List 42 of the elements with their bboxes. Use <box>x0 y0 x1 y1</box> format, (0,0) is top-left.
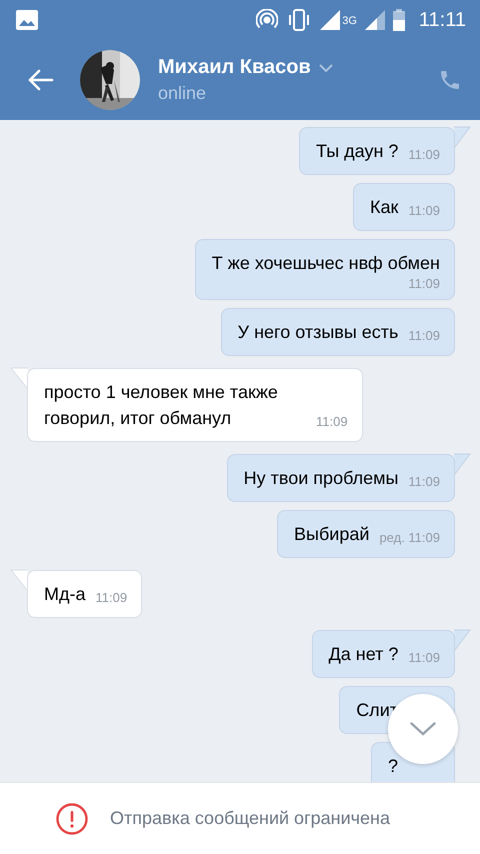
contact-name[interactable]: Михаил Квасов <box>158 56 311 79</box>
warning-icon <box>56 802 88 834</box>
back-icon[interactable] <box>28 69 54 91</box>
signal-icon <box>320 10 340 30</box>
chevron-down-icon[interactable] <box>318 64 333 72</box>
image-icon <box>16 10 38 30</box>
message-text: Ну твои проблемы <box>244 467 398 490</box>
message-bubble[interactable]: Т же хочешьчес нвф обмен 11:09 <box>194 239 455 300</box>
message-time: 11:09 <box>408 328 440 345</box>
message-time: 11:09 <box>408 147 440 164</box>
chevron-down-icon <box>410 722 436 736</box>
online-status: online <box>158 83 208 104</box>
message-time: ред. 11:09 <box>379 530 440 547</box>
message-time: 11:09 <box>96 590 128 607</box>
message-bubble[interactable]: Ты даун ? 11:09 <box>299 127 455 175</box>
signal-icon <box>364 10 385 30</box>
restriction-notice: Отправка сообщений ограничена <box>110 808 390 829</box>
message-time: 11:09 <box>408 650 440 667</box>
message-text: У него отзывы есть <box>238 321 398 344</box>
message-bubble[interactable]: Да нет ? 11:09 <box>312 630 455 678</box>
message-text: Выбирай <box>294 523 370 546</box>
message-bubble[interactable]: Как 11:09 <box>353 183 455 231</box>
message-bubble[interactable]: просто 1 человек мне также говорил, итог обманул 11:09 <box>27 368 363 442</box>
message-text: Ты даун ? <box>316 140 398 163</box>
message-time: 11:09 <box>408 203 440 220</box>
message-text: Мд-а <box>44 583 86 606</box>
message-text: Да нет ? <box>328 643 398 666</box>
network-type: 3G <box>342 14 357 26</box>
clock: 11:11 <box>418 8 466 32</box>
message-text: Как <box>370 196 398 219</box>
hotspot-icon <box>256 9 278 31</box>
message-time: 11:09 <box>316 414 348 431</box>
message-bubble[interactable]: Выбирай ред. 11:09 <box>277 510 455 558</box>
message-text: Т же хочешьчес нвф обмен <box>212 252 440 275</box>
message-bubble[interactable]: Ну твои проблемы 11:09 <box>226 454 455 502</box>
message-text: ? <box>388 755 398 778</box>
message-bubble[interactable]: У него отзывы есть 11:09 <box>220 308 455 356</box>
message-time: 11:09 <box>408 276 440 293</box>
message-time: 11:09 <box>408 474 440 491</box>
battery-icon <box>392 9 405 31</box>
message-text: просто 1 человек мне также говорил, итог обманул <box>44 381 279 430</box>
message-bubble[interactable]: Мд-а 11:09 <box>27 570 142 618</box>
